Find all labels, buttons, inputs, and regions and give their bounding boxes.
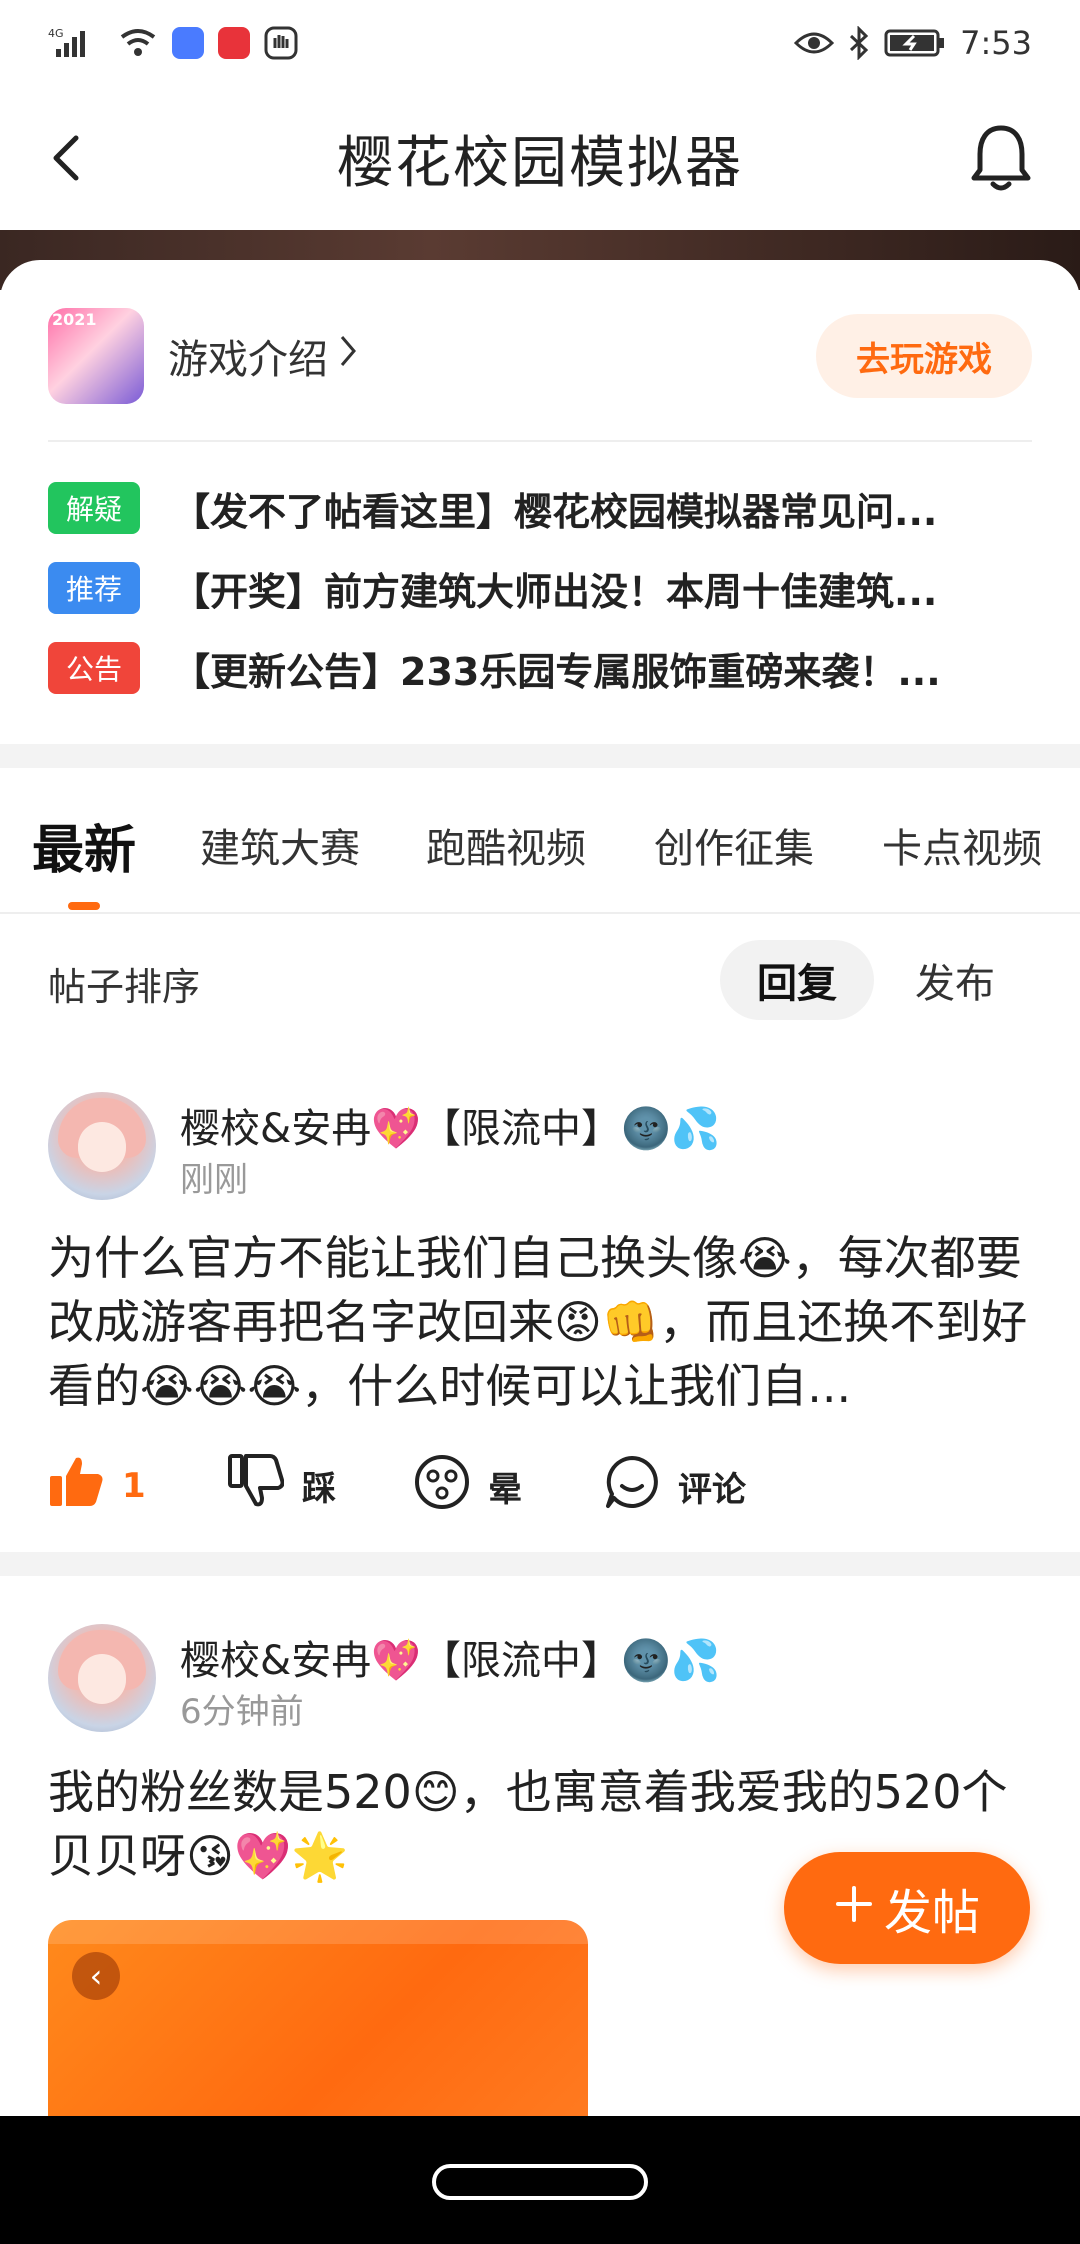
tab-creation-call[interactable]: 创作征集 bbox=[654, 816, 814, 874]
section-gap bbox=[0, 1552, 1080, 1576]
notice-text: 【开奖】前方建筑大师出没！本周十佳建筑... bbox=[172, 569, 938, 614]
like-button[interactable]: 1 bbox=[48, 1454, 146, 1517]
plus-icon bbox=[834, 1880, 874, 1936]
home-indicator[interactable] bbox=[432, 2164, 648, 2200]
signal-icon: 4G bbox=[48, 25, 104, 61]
sort-label: 帖子排序 bbox=[48, 965, 201, 1009]
post-image[interactable]: ‹ bbox=[48, 1920, 588, 2116]
post-actions: 1 踩 晕 评论 bbox=[48, 1444, 1032, 1524]
game-icon[interactable]: 2021 bbox=[48, 308, 144, 404]
avatar[interactable] bbox=[48, 1624, 156, 1732]
active-tab-indicator bbox=[68, 902, 100, 910]
notice-item[interactable]: 公告 【更新公告】233乐园专属服饰重磅来袭！... bbox=[48, 640, 1032, 696]
dislike-label: 踩 bbox=[302, 1469, 336, 1509]
system-nav-bar bbox=[0, 2116, 1080, 2244]
bluetooth-icon bbox=[848, 26, 870, 60]
game-info-card: 2021 游戏介绍 去玩游戏 解疑 【发不了帖看这里】樱花校园模拟器常见问...… bbox=[0, 260, 1080, 744]
back-icon[interactable] bbox=[40, 128, 100, 188]
chevron-right-icon bbox=[338, 333, 358, 379]
comment-label: 评论 bbox=[678, 1470, 746, 1510]
tab-latest[interactable]: 最新 bbox=[32, 808, 136, 883]
post-content[interactable]: 为什么官方不能让我们自己换头像😭，每次都要改成游客再把名字改回来😡👊，而且还换不… bbox=[48, 1226, 1032, 1418]
notice-text: 【发不了帖看这里】樱花校园模拟器常见问... bbox=[172, 489, 938, 534]
eye-icon bbox=[794, 29, 835, 57]
sort-row: 帖子排序 回复 发布 bbox=[0, 914, 1080, 1046]
section-gap bbox=[0, 744, 1080, 768]
thumbs-up-icon bbox=[48, 1454, 104, 1517]
clock-time: 7:53 bbox=[960, 24, 1032, 62]
screenshot-status-bar bbox=[48, 1920, 588, 1944]
create-post-label: 发帖 bbox=[883, 1885, 980, 1941]
bell-icon[interactable] bbox=[966, 122, 1036, 194]
create-post-button[interactable]: 发帖 bbox=[784, 1852, 1030, 1964]
notice-tag: 解疑 bbox=[48, 482, 140, 534]
game-row: 2021 游戏介绍 去玩游戏 bbox=[48, 308, 1032, 404]
page-title: 樱花校园模拟器 bbox=[337, 130, 743, 196]
sort-by-reply-button[interactable]: 回复 bbox=[720, 940, 874, 1020]
notice-item[interactable]: 解疑 【发不了帖看这里】樱花校园模拟器常见问... bbox=[48, 480, 1032, 536]
battery-icon bbox=[884, 27, 946, 59]
post-author[interactable]: 樱校&安冉💖【限流中】🌚💦 bbox=[180, 1096, 721, 1154]
post-time: 6分钟前 bbox=[180, 1692, 304, 1732]
network-type: 4G bbox=[48, 27, 64, 40]
wifi-icon bbox=[118, 27, 158, 59]
avatar[interactable] bbox=[48, 1092, 156, 1200]
app-header: 樱花校园模拟器 bbox=[0, 86, 1080, 230]
post-item[interactable]: 樱校&安冉💖【限流中】🌚💦 刚刚 为什么官方不能让我们自己换头像😭，每次都要改成… bbox=[0, 1046, 1080, 1552]
dizzy-face-icon bbox=[414, 1454, 470, 1519]
play-game-button[interactable]: 去玩游戏 bbox=[816, 314, 1032, 398]
like-count: 1 bbox=[122, 1465, 146, 1506]
dislike-button[interactable]: 踩 bbox=[228, 1454, 336, 1517]
game-intro-link[interactable]: 游戏介绍 bbox=[168, 327, 358, 385]
status-bar: 4G 7:53 bbox=[0, 0, 1080, 86]
back-icon: ‹ bbox=[72, 1952, 120, 2000]
comment-button[interactable]: 评论 bbox=[604, 1454, 746, 1519]
notice-item[interactable]: 推荐 【开奖】前方建筑大师出没！本周十佳建筑... bbox=[48, 560, 1032, 616]
post-time: 刚刚 bbox=[180, 1160, 248, 1200]
tab-building-contest[interactable]: 建筑大赛 bbox=[200, 816, 360, 874]
post-author[interactable]: 樱校&安冉💖【限流中】🌚💦 bbox=[180, 1628, 721, 1686]
tab-parkour-video[interactable]: 跑酷视频 bbox=[426, 816, 586, 874]
notice-tag: 公告 bbox=[48, 642, 140, 694]
divider bbox=[48, 440, 1032, 442]
tab-beat-video[interactable]: 卡点视频 bbox=[882, 816, 1042, 874]
music-app-icon bbox=[172, 27, 204, 59]
sort-by-publish-button[interactable]: 发布 bbox=[890, 940, 1020, 1020]
thumbs-down-icon bbox=[228, 1454, 285, 1517]
dizzy-button[interactable]: 晕 bbox=[414, 1454, 522, 1519]
game-intro-label: 游戏介绍 bbox=[168, 337, 328, 383]
comment-icon bbox=[604, 1454, 660, 1519]
hand-app-icon bbox=[264, 26, 298, 60]
notice-text: 【更新公告】233乐园专属服饰重磅来袭！... bbox=[172, 649, 941, 694]
dizzy-label: 晕 bbox=[488, 1470, 522, 1510]
huawei-app-icon bbox=[218, 27, 250, 59]
status-left: 4G bbox=[48, 25, 298, 61]
game-icon-year: 2021 bbox=[52, 310, 97, 329]
status-right: 7:53 bbox=[794, 24, 1032, 62]
category-tabs: 最新 建筑大赛 跑酷视频 创作征集 卡点视频 bbox=[0, 768, 1080, 912]
notice-tag: 推荐 bbox=[48, 562, 140, 614]
